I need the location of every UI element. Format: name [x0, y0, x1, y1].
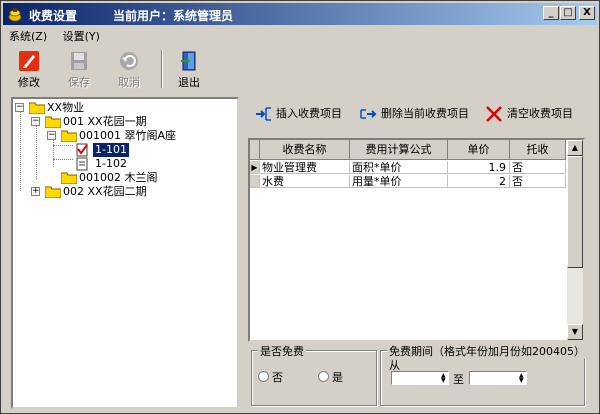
table-cell[interactable]: 否: [510, 161, 566, 174]
collapse-icon[interactable]: −: [31, 117, 40, 126]
column-header[interactable]: 托收: [510, 140, 566, 160]
delete-row-icon: [360, 109, 377, 119]
clear-label: 清空收费项目: [507, 107, 573, 120]
toolbar-separator: [161, 50, 163, 88]
tree-line: [53, 145, 73, 146]
edit-label: 修改: [18, 76, 40, 89]
title-bar: 收费设置 当前用户：系统管理员 _ □ X: [3, 3, 597, 25]
insert-label: 插入收费项目: [276, 107, 342, 120]
save-label: 保存: [68, 76, 90, 89]
exit-label: 退出: [178, 76, 200, 89]
document-icon: [76, 157, 88, 171]
property-tree[interactable]: − XX物业 − 001 XX花园一期 − 001001 翠竹阁A座 1-101: [11, 97, 239, 409]
main-window: 收费设置 当前用户：系统管理员 _ □ X 系统(Z) 设置(Y) 修改 保存: [0, 0, 600, 414]
folder-icon: [61, 130, 77, 142]
menu-system[interactable]: 系统(Z): [9, 30, 47, 43]
table-cell[interactable]: 1.9: [448, 161, 510, 174]
scroll-down-icon[interactable]: ▼: [567, 324, 583, 340]
exit-door-icon: [181, 51, 196, 71]
column-header[interactable]: 费用计算公式: [350, 140, 448, 160]
tree-line: [20, 111, 21, 191]
checked-document-icon: [76, 143, 88, 157]
cancel-label: 取消: [118, 76, 140, 89]
radio-no[interactable]: [258, 371, 269, 382]
tree-line: [53, 139, 54, 167]
edit-icon: [19, 51, 39, 71]
folder-icon: [45, 116, 61, 128]
free-groupbox: 是否免费 否 是: [251, 343, 377, 406]
edit-button[interactable]: 修改: [7, 46, 51, 92]
save-button[interactable]: 保存: [57, 46, 101, 92]
tree-node-label-selected: 1-101: [93, 143, 129, 157]
tree-node-label: 001 XX花园一期: [63, 115, 147, 128]
table-cell[interactable]: 否: [510, 175, 566, 188]
free-period-groupbox: 免费期间（格式年份加月份如200405） 从 ▲ ▼ 至 ▲ ▼: [380, 343, 587, 406]
free-legend: 是否免费: [258, 343, 306, 359]
tree-node-label: XX物业: [47, 101, 85, 114]
expand-icon[interactable]: +: [31, 187, 40, 196]
collapse-icon[interactable]: −: [47, 131, 56, 140]
tree-line: [53, 159, 73, 160]
scroll-thumb[interactable]: [567, 156, 583, 268]
table-cell[interactable]: 面积*单价: [350, 161, 448, 174]
minimize-button[interactable]: _: [543, 6, 559, 20]
table-cell[interactable]: 2: [448, 175, 510, 188]
window-title: 收费设置: [29, 9, 78, 23]
folder-icon: [61, 172, 77, 184]
tree-node-label: 1-102: [95, 157, 127, 170]
table-cell[interactable]: 水费: [260, 175, 350, 188]
scroll-up-icon[interactable]: ▲: [567, 140, 583, 156]
current-row-indicator-icon: ▶: [250, 161, 260, 174]
maximize-button[interactable]: □: [560, 6, 576, 20]
table-cell[interactable]: 物业管理费: [260, 161, 350, 174]
period-legend: 免费期间（格式年份加月份如200405）: [387, 343, 587, 359]
row-header: [250, 175, 260, 188]
close-button[interactable]: X: [579, 6, 595, 20]
insert-row-icon: [256, 107, 271, 121]
grid-scrollbar[interactable]: ▲ ▼: [567, 140, 583, 340]
radio-yes-label[interactable]: 是: [332, 369, 343, 385]
to-label: 至: [453, 373, 464, 386]
tree-line: [36, 125, 37, 179]
grid-corner: [250, 140, 260, 160]
fee-items-grid[interactable]: 收费名称 费用计算公式 单价 托收 ▶ 物业管理费 面积*单价 1.9 否 水费…: [248, 138, 585, 342]
clear-x-icon: [486, 106, 502, 122]
folder-icon: [45, 186, 61, 198]
current-user-label: 当前用户：系统管理员: [113, 9, 234, 23]
tree-node-label: 002 XX花园二期: [63, 185, 147, 198]
spinner-icon[interactable]: ▲ ▼: [519, 373, 525, 384]
folder-icon: [29, 102, 45, 114]
to-period-input[interactable]: ▲ ▼: [469, 371, 527, 385]
tree-node-label: 001001 翠竹阁A座: [79, 129, 177, 142]
cancel-button[interactable]: 取消: [107, 46, 151, 92]
tree-node-label: 001002 木兰阁: [79, 171, 158, 184]
spinner-icon[interactable]: ▲ ▼: [441, 373, 447, 384]
exit-button[interactable]: 退出: [167, 46, 211, 92]
radio-yes[interactable]: [318, 371, 329, 382]
collapse-icon[interactable]: −: [15, 103, 24, 112]
app-icon: [8, 8, 22, 22]
save-icon: [71, 52, 87, 70]
from-period-input[interactable]: ▲ ▼: [391, 371, 449, 385]
menu-settings[interactable]: 设置(Y): [63, 30, 100, 43]
table-cell[interactable]: 用量*单价: [350, 175, 448, 188]
column-header[interactable]: 收费名称: [260, 140, 350, 160]
radio-no-label[interactable]: 否: [272, 369, 283, 385]
column-header[interactable]: 单价: [448, 140, 510, 160]
delete-label: 删除当前收费项目: [381, 107, 469, 120]
undo-icon: [120, 52, 138, 70]
toolbar: 修改 保存 取消 退出: [3, 46, 597, 94]
menu-bar: 系统(Z) 设置(Y): [3, 28, 106, 44]
